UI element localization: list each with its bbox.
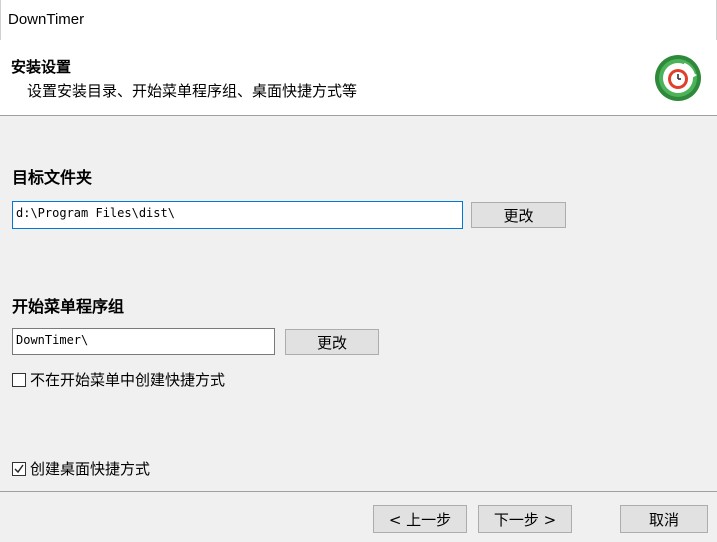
- no-start-menu-shortcut-label[interactable]: 不在开始菜单中创建快捷方式: [30, 369, 225, 390]
- start-menu-group-label: 开始菜单程序组: [12, 297, 125, 316]
- footer-separator: [0, 491, 717, 492]
- change-destination-button[interactable]: 更改: [471, 202, 566, 228]
- no-start-menu-shortcut-row[interactable]: 不在开始菜单中创建快捷方式: [12, 369, 225, 390]
- destination-path-input[interactable]: d:\Program Files\dist\: [12, 201, 463, 229]
- destination-folder-label: 目标文件夹: [12, 168, 93, 187]
- installer-logo-icon: [655, 55, 701, 101]
- start-menu-group-input[interactable]: DownTimer\: [12, 328, 275, 355]
- window-title: DownTimer: [8, 11, 85, 28]
- page-title: 安装设置: [11, 58, 72, 76]
- window-titlebar: DownTimer: [0, 0, 717, 40]
- checkmark-icon: [14, 464, 24, 473]
- cancel-button[interactable]: 取消: [620, 505, 708, 533]
- change-start-menu-button[interactable]: 更改: [285, 329, 379, 355]
- no-start-menu-shortcut-checkbox[interactable]: [12, 372, 26, 387]
- desktop-shortcut-label[interactable]: 创建桌面快捷方式: [30, 458, 150, 479]
- back-button[interactable]: < 上一步: [373, 505, 467, 533]
- next-button[interactable]: 下一步 >: [478, 505, 572, 533]
- page-header: 安装设置 设置安装目录、开始菜单程序组、桌面快捷方式等: [0, 40, 717, 116]
- page-subtitle: 设置安装目录、开始菜单程序组、桌面快捷方式等: [27, 82, 358, 100]
- desktop-shortcut-row[interactable]: 创建桌面快捷方式: [12, 458, 150, 479]
- desktop-shortcut-checkbox[interactable]: [12, 461, 26, 476]
